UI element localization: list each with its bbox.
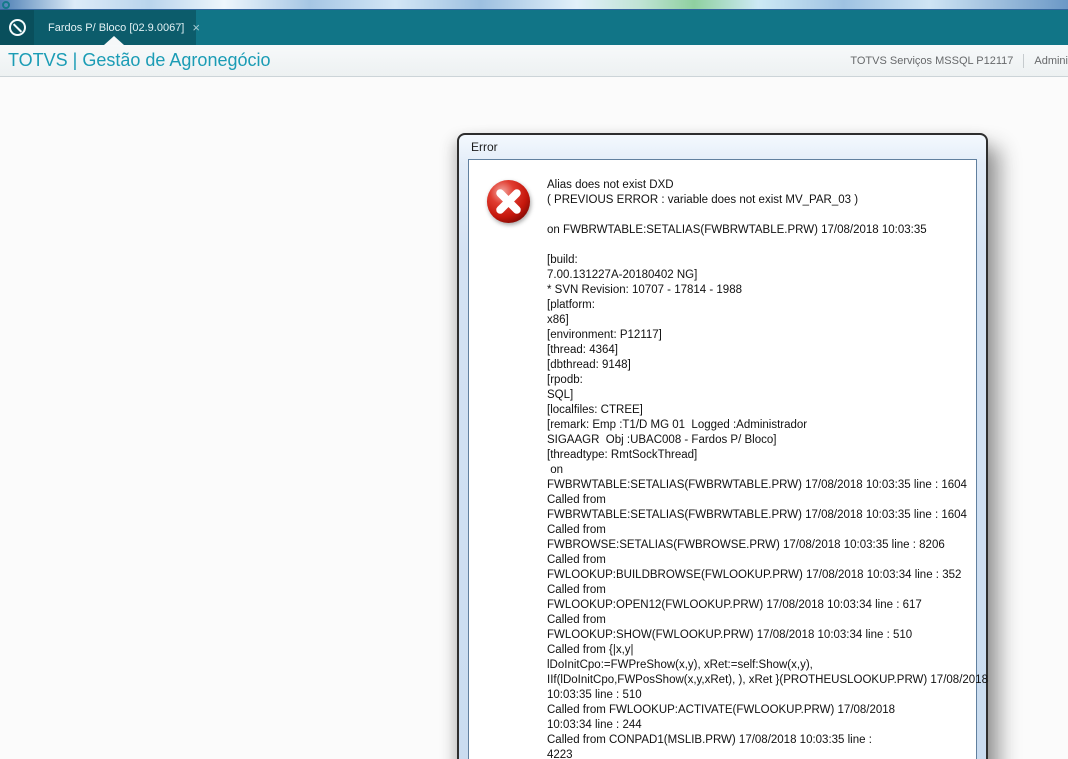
header-divider: [1023, 53, 1025, 68]
browser-titlebar-strip: [0, 0, 1068, 10]
error-dialog-title: Error: [471, 140, 498, 154]
error-text-line: [547, 208, 962, 223]
error-text-line: on: [547, 464, 563, 476]
error-text-line: [remark: Emp :T1/D MG 01 Logged :Adminis…: [547, 419, 808, 431]
error-text-line: Alias does not exist DXD: [547, 179, 674, 191]
error-text-line: 4223: [547, 749, 573, 759]
error-text-line: lDoInitCpo:=FWPreShow(x,y), xRet:=self:S…: [547, 659, 813, 671]
server-environment-label: TOTVS Serviços MSSQL P12117: [850, 54, 1014, 67]
error-text-line: on FWBRWTABLE:SETALIAS(FWBRWTABLE.PRW) 1…: [547, 224, 927, 236]
menu-icon-slash: [12, 22, 22, 33]
error-text-line: Called from: [547, 524, 606, 536]
error-text-line: [547, 238, 962, 253]
error-text-line: [threadtype: RmtSockThread]: [547, 449, 698, 461]
browser-favicon-fragment: [2, 1, 10, 9]
active-tab-notch: [104, 36, 124, 45]
error-icon: [486, 179, 531, 224]
app-brand-title: TOTVS | Gestão de Agronegócio: [8, 50, 271, 70]
tab-label: Fardos P/ Bloco [02.9.0067]: [48, 21, 185, 34]
error-text-line: FWBROWSE:SETALIAS(FWBROWSE.PRW) 17/08/20…: [547, 539, 945, 551]
error-text-line: [platform:: [547, 299, 595, 311]
error-text-line: ( PREVIOUS ERROR : variable does not exi…: [547, 194, 859, 206]
totvs-menu-button[interactable]: [0, 10, 34, 45]
error-text-line: [dbthread: 9148]: [547, 359, 631, 371]
error-text-line: * SVN Revision: 10707 - 17814 - 1988: [547, 284, 742, 296]
error-dialog-body: Alias does not exist DXD ( PREVIOUS ERROR…: [468, 159, 988, 759]
error-text-line: IIf(lDoInitCpo,FWPosShow(x,y,xRet), ), x…: [547, 674, 988, 686]
error-text-line: FWLOOKUP:BUILDBROWSE(FWLOOKUP.PRW) 17/08…: [547, 569, 962, 581]
error-text-line: Called from FWLOOKUP:ACTIVATE(FWLOOKUP.P…: [547, 704, 896, 716]
error-text-line: [thread: 4364]: [547, 344, 618, 356]
header-right-group: TOTVS Serviços MSSQL P12117 Admini: [850, 53, 1068, 68]
slashed-circle-icon: [8, 19, 26, 36]
error-text-line: Called from: [547, 554, 606, 566]
error-text-line: Called from: [547, 494, 606, 506]
error-text-line: SIGAAGR Obj :UBAC008 - Fardos P/ Bloco]: [547, 434, 777, 446]
app-header: TOTVS | Gestão de Agronegócio TOTVS Serv…: [0, 45, 1068, 77]
tab-close-icon[interactable]: ×: [192, 21, 200, 34]
error-message-text: Alias does not exist DXD ( PREVIOUS ERROR…: [547, 178, 988, 759]
error-text-line: [environment: P12117]: [547, 329, 662, 341]
error-text-line: Called from {|x,y|: [547, 644, 634, 656]
error-text-line: Called from: [547, 614, 606, 626]
error-text-line: 10:03:35 line : 510: [547, 689, 642, 701]
logged-user-label[interactable]: Admini: [1034, 55, 1068, 67]
error-text-line: x86]: [547, 314, 569, 326]
error-dialog-titlebar[interactable]: Error: [459, 135, 986, 159]
tab-bar: Fardos P/ Bloco [02.9.0067] ×: [0, 10, 1068, 45]
error-text-line: FWBRWTABLE:SETALIAS(FWBRWTABLE.PRW) 17/0…: [547, 509, 967, 521]
error-text-line: SQL]: [547, 389, 574, 401]
error-text-line: [localfiles: CTREE]: [547, 404, 643, 416]
error-dialog: Error Alias does not exist DXD ( PREVIOUS…: [457, 133, 988, 759]
error-text-line: FWLOOKUP:OPEN12(FWLOOKUP.PRW) 17/08/2018…: [547, 599, 922, 611]
error-text-line: FWLOOKUP:SHOW(FWLOOKUP.PRW) 17/08/2018 1…: [547, 629, 913, 641]
error-text-line: [build:: [547, 254, 578, 266]
error-text-line: [rpodb:: [547, 374, 583, 386]
error-text-line: Called from: [547, 584, 606, 596]
error-text-line: 7.00.131227A-20180402 NG]: [547, 269, 698, 281]
error-text-line: 10:03:34 line : 244: [547, 719, 642, 731]
error-text-line: Called from CONPAD1(MSLIB.PRW) 17/08/201…: [547, 734, 872, 746]
error-text-line: FWBRWTABLE:SETALIAS(FWBRWTABLE.PRW) 17/0…: [547, 479, 967, 491]
